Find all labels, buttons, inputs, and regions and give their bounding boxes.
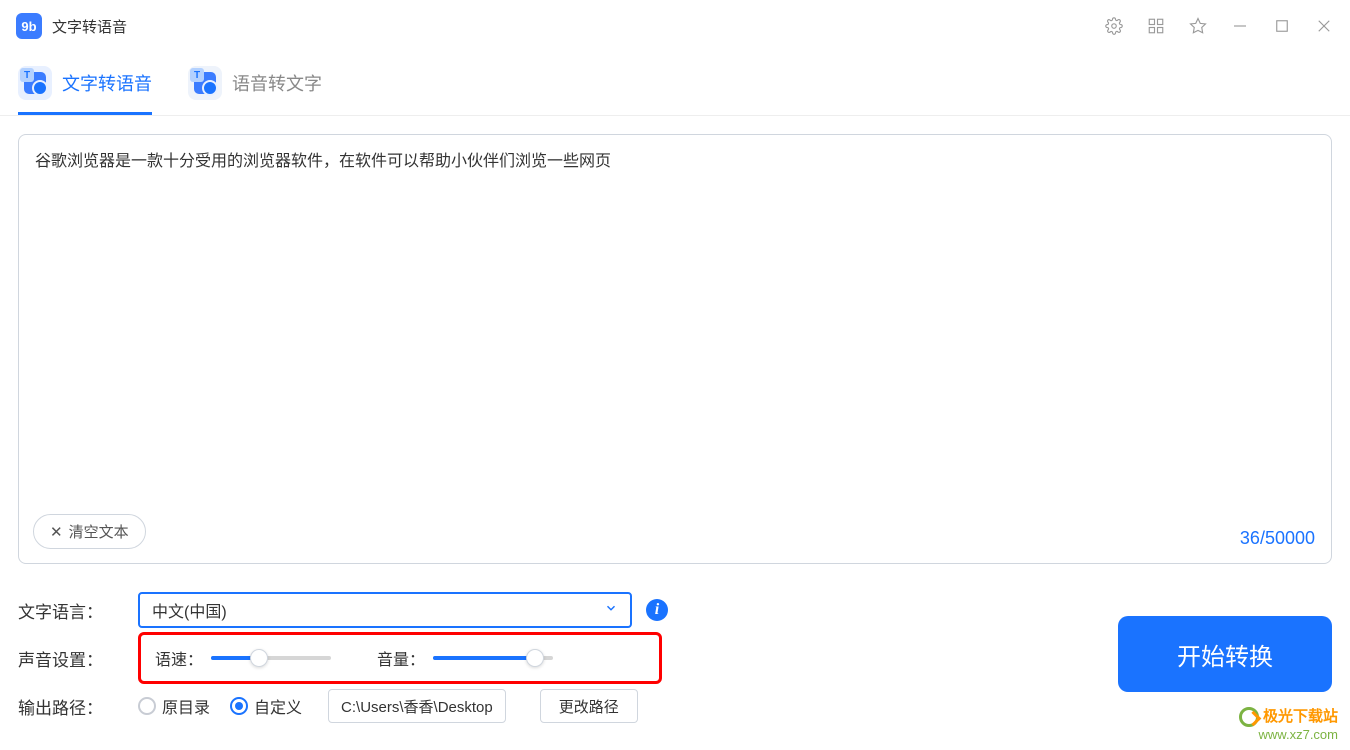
- change-path-button[interactable]: 更改路径: [540, 689, 638, 723]
- app-logo-icon: [16, 13, 42, 39]
- minimize-icon[interactable]: [1230, 16, 1250, 36]
- output-radio-group: 原目录 自定义 C:\Users\香香\Desktop 更改路径: [138, 689, 638, 723]
- watermark: 极光下载站 www.xz7.com: [1239, 707, 1338, 744]
- language-label: 文字语言：: [18, 598, 138, 623]
- chevron-down-icon: [604, 601, 618, 620]
- app-title: 文字转语音: [52, 16, 127, 37]
- info-icon[interactable]: i: [646, 599, 668, 621]
- speed-thumb[interactable]: [250, 649, 268, 667]
- radio-custom-label: 自定义: [254, 694, 302, 718]
- maximize-icon[interactable]: [1272, 16, 1292, 36]
- star-icon[interactable]: [1188, 16, 1208, 36]
- output-label: 输出路径：: [18, 694, 138, 719]
- watermark-logo-icon: [1239, 707, 1259, 727]
- watermark-name: 极光下载站: [1263, 707, 1338, 727]
- start-convert-button[interactable]: 开始转换: [1118, 616, 1332, 692]
- radio-unchecked-icon: [138, 697, 156, 715]
- output-path-field[interactable]: C:\Users\香香\Desktop: [328, 689, 506, 723]
- tab-text-to-speech[interactable]: 文字转语音: [18, 51, 152, 115]
- radio-original-dir[interactable]: 原目录: [138, 694, 210, 718]
- radio-original-label: 原目录: [162, 694, 210, 718]
- window-controls: [1104, 16, 1334, 36]
- speed-group: 语速：: [155, 646, 331, 670]
- language-select[interactable]: 中文(中国): [138, 592, 632, 628]
- tts-icon: [18, 66, 52, 100]
- volume-slider[interactable]: [433, 656, 553, 660]
- text-input-box[interactable]: 谷歌浏览器是一款十分受用的浏览器软件，在软件可以帮助小伙伴们浏览一些网页 ✕ 清…: [18, 134, 1332, 564]
- tab-speech-to-text[interactable]: 语音转文字: [188, 51, 322, 115]
- speed-label: 语速：: [155, 646, 203, 670]
- language-value: 中文(中国): [152, 598, 604, 622]
- volume-group: 音量：: [377, 646, 553, 670]
- settings-icon[interactable]: [1104, 16, 1124, 36]
- radio-custom-dir[interactable]: 自定义: [230, 694, 302, 718]
- char-counter: 36/50000: [1240, 528, 1315, 549]
- watermark-url: www.xz7.com: [1239, 727, 1338, 744]
- sound-label: 声音设置：: [18, 646, 138, 671]
- radio-checked-icon: [230, 697, 248, 715]
- text-content: 谷歌浏览器是一款十分受用的浏览器软件，在软件可以帮助小伙伴们浏览一些网页: [35, 149, 1315, 175]
- sound-settings-highlight: 语速： 音量：: [138, 632, 662, 684]
- volume-label: 音量：: [377, 646, 425, 670]
- volume-fill: [433, 656, 535, 660]
- volume-thumb[interactable]: [526, 649, 544, 667]
- tabs: 文字转语音 语音转文字: [0, 52, 1350, 116]
- stt-icon: [188, 66, 222, 100]
- content-area: 谷歌浏览器是一款十分受用的浏览器软件，在软件可以帮助小伙伴们浏览一些网页 ✕ 清…: [0, 116, 1350, 582]
- grid-icon[interactable]: [1146, 16, 1166, 36]
- tab-stt-label: 语音转文字: [232, 70, 322, 96]
- tab-tts-label: 文字转语音: [62, 70, 152, 96]
- speed-slider[interactable]: [211, 656, 331, 660]
- close-x-icon: ✕: [50, 523, 63, 541]
- clear-text-button[interactable]: ✕ 清空文本: [33, 514, 146, 549]
- clear-label: 清空文本: [69, 521, 129, 542]
- close-icon[interactable]: [1314, 16, 1334, 36]
- titlebar: 文字转语音: [0, 0, 1350, 52]
